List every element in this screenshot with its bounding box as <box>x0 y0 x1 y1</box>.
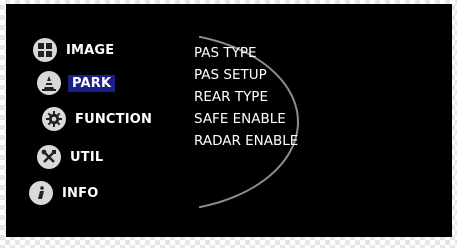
menu-item-label: UTIL <box>70 149 104 165</box>
menu-item-label: IMAGE <box>66 42 115 58</box>
submenu-option-safe-enable[interactable]: SAFE ENABLE <box>194 108 298 130</box>
submenu-option-radar-enable[interactable]: RADAR ENABLE <box>194 130 298 152</box>
gear-icon <box>42 107 66 131</box>
submenu-options: PAS TYPE PAS SETUP REAR TYPE SAFE ENABLE… <box>194 42 298 152</box>
menu-item-label: INFO <box>62 185 99 201</box>
submenu-option-pas-setup[interactable]: PAS SETUP <box>194 64 298 86</box>
menu-item-label: PARK <box>68 74 116 92</box>
menu-item-info[interactable]: INFO <box>29 181 98 205</box>
submenu-option-rear-type[interactable]: REAR TYPE <box>194 86 298 108</box>
menu-item-function[interactable]: FUNCTION <box>42 107 152 131</box>
traffic-cone-icon <box>37 71 61 95</box>
submenu-option-pas-type[interactable]: PAS TYPE <box>194 42 298 64</box>
info-icon <box>29 181 53 205</box>
grid-icon <box>33 38 57 62</box>
menu-item-image[interactable]: IMAGE <box>33 38 114 62</box>
menu-item-util[interactable]: UTIL <box>37 145 103 169</box>
menu-item-label: FUNCTION <box>75 111 153 127</box>
menu-item-park[interactable]: PARK <box>37 71 116 95</box>
tools-icon <box>37 145 61 169</box>
osd-menu-screen: IMAGE PARK FUNCTION UTIL INFO PAS TYPE P… <box>6 4 452 237</box>
